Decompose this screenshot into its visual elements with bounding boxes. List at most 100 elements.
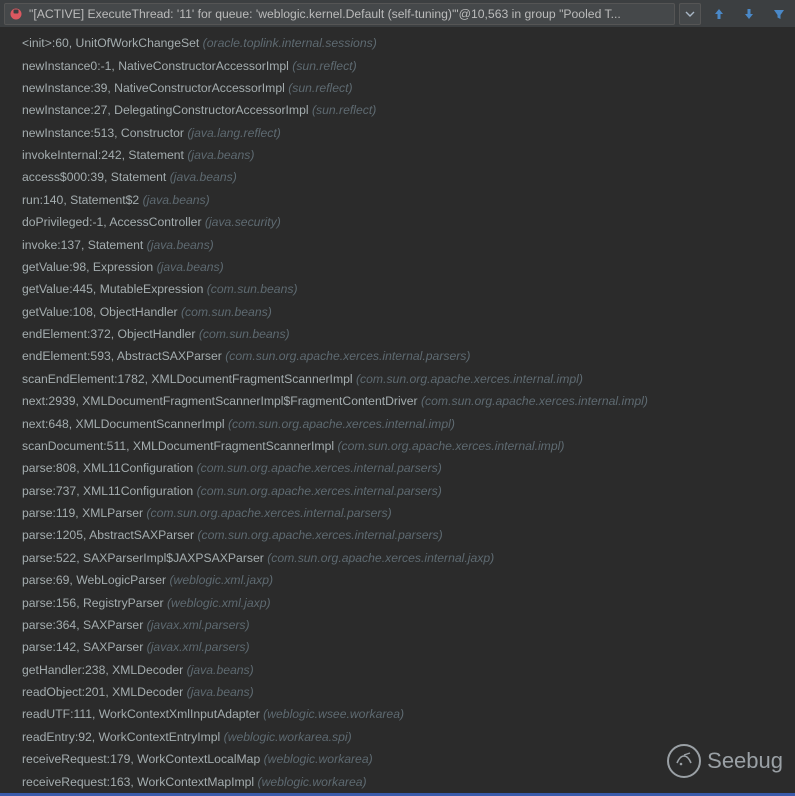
frame-package: (weblogic.workarea.spi)	[224, 730, 352, 744]
stack-frame[interactable]: parse:364, SAXParser (javax.xml.parsers)	[0, 614, 795, 636]
stack-frame[interactable]: getHandler:238, XMLDecoder (java.beans)	[0, 659, 795, 681]
stack-frame[interactable]: readEntry:92, WorkContextEntryImpl (webl…	[0, 726, 795, 748]
frame-package: (com.sun.org.apache.xerces.internal.pars…	[197, 528, 442, 542]
stack-frame[interactable]: parse:69, WebLogicParser (weblogic.xml.j…	[0, 569, 795, 591]
frame-method: getHandler:238, XMLDecoder	[22, 663, 183, 677]
stack-frame[interactable]: receiveRequest:163, WorkContextMapImpl (…	[0, 770, 795, 792]
breakpoint-icon	[9, 7, 23, 21]
stack-frame[interactable]: getValue:108, ObjectHandler (com.sun.bea…	[0, 301, 795, 323]
thread-title: "[ACTIVE] ExecuteThread: '11' for queue:…	[29, 7, 670, 21]
stack-frames-list[interactable]: <init>:60, UnitOfWorkChangeSet (oracle.t…	[0, 28, 795, 796]
frame-method: getValue:445, MutableExpression	[22, 282, 203, 296]
frame-method: endElement:593, AbstractSAXParser	[22, 349, 222, 363]
frame-package: (javax.xml.parsers)	[147, 618, 250, 632]
filter-icon[interactable]	[767, 3, 791, 25]
frame-method: receiveRequest:163, WorkContextMapImpl	[22, 775, 254, 789]
stack-frame[interactable]: getValue:445, MutableExpression (com.sun…	[0, 278, 795, 300]
frame-package: (com.sun.org.apache.xerces.internal.pars…	[197, 484, 442, 498]
frame-method: access$000:39, Statement	[22, 170, 166, 184]
frame-package: (weblogic.workarea)	[258, 775, 367, 789]
frame-package: (weblogic.wsee.workarea)	[263, 707, 404, 721]
arrow-up-icon[interactable]	[707, 3, 731, 25]
frame-method: invoke:137, Statement	[22, 238, 143, 252]
frame-method: newInstance:39, NativeConstructorAccesso…	[22, 81, 285, 95]
stack-frame[interactable]: run:140, Statement$2 (java.beans)	[0, 189, 795, 211]
stack-frame[interactable]: newInstance:513, Constructor (java.lang.…	[0, 122, 795, 144]
stack-frame[interactable]: receiveRequest:179, WorkContextLocalMap …	[0, 748, 795, 770]
frame-method: doPrivileged:-1, AccessController	[22, 215, 202, 229]
frame-package: (java.beans)	[187, 148, 254, 162]
frame-method: newInstance0:-1, NativeConstructorAccess…	[22, 59, 289, 73]
stack-frame[interactable]: newInstance0:-1, NativeConstructorAccess…	[0, 54, 795, 76]
stack-frame[interactable]: parse:142, SAXParser (javax.xml.parsers)	[0, 636, 795, 658]
stack-frame[interactable]: parse:737, XML11Configuration (com.sun.o…	[0, 480, 795, 502]
stack-frame[interactable]: readUTF:111, WorkContextXmlInputAdapter …	[0, 703, 795, 725]
frame-package: (com.sun.org.apache.xerces.internal.pars…	[225, 349, 470, 363]
thread-selector[interactable]: "[ACTIVE] ExecuteThread: '11' for queue:…	[4, 3, 675, 25]
stack-frame[interactable]: readObject:201, XMLDecoder (java.beans)	[0, 681, 795, 703]
frame-package: (java.security)	[205, 215, 281, 229]
stack-frame[interactable]: parse:156, RegistryParser (weblogic.xml.…	[0, 591, 795, 613]
stack-frame[interactable]: endElement:372, ObjectHandler (com.sun.b…	[0, 323, 795, 345]
frame-method: scanDocument:511, XMLDocumentFragmentSca…	[22, 439, 334, 453]
stack-frame[interactable]: parse:808, XML11Configuration (com.sun.o…	[0, 457, 795, 479]
thread-dropdown-button[interactable]	[679, 3, 701, 25]
frame-package: (com.sun.beans)	[199, 327, 290, 341]
frame-method: scanEndElement:1782, XMLDocumentFragment…	[22, 372, 353, 386]
stack-frame[interactable]: newInstance:39, NativeConstructorAccesso…	[0, 77, 795, 99]
frame-method: readEntry:92, WorkContextEntryImpl	[22, 730, 220, 744]
frame-method: getValue:108, ObjectHandler	[22, 305, 178, 319]
stack-frame[interactable]: access$000:39, Statement (java.beans)	[0, 166, 795, 188]
frame-method: getValue:98, Expression	[22, 260, 153, 274]
stack-frame[interactable]: invoke:137, Statement (java.beans)	[0, 233, 795, 255]
frame-method: next:2939, XMLDocumentFragmentScannerImp…	[22, 394, 418, 408]
frame-package: (sun.reflect)	[312, 103, 376, 117]
frame-method: invokeInternal:242, Statement	[22, 148, 184, 162]
stack-frame[interactable]: newInstance:27, DelegatingConstructorAcc…	[0, 99, 795, 121]
stack-frame[interactable]: parse:522, SAXParserImpl$JAXPSAXParser (…	[0, 547, 795, 569]
frame-package: (com.sun.org.apache.xerces.internal.impl…	[228, 417, 455, 431]
frame-package: (java.beans)	[187, 663, 254, 677]
arrow-down-icon[interactable]	[737, 3, 761, 25]
frame-package: (java.beans)	[170, 170, 237, 184]
frame-method: parse:1205, AbstractSAXParser	[22, 528, 194, 542]
frame-package: (javax.xml.parsers)	[147, 640, 250, 654]
stack-frame[interactable]: parse:119, XMLParser (com.sun.org.apache…	[0, 502, 795, 524]
frame-method: receiveRequest:179, WorkContextLocalMap	[22, 752, 260, 766]
frame-package: (com.sun.org.apache.xerces.internal.pars…	[197, 461, 442, 475]
frame-method: parse:737, XML11Configuration	[22, 484, 193, 498]
frame-package: (com.sun.org.apache.xerces.internal.jaxp…	[267, 551, 494, 565]
frame-method: parse:364, SAXParser	[22, 618, 143, 632]
frame-method: parse:522, SAXParserImpl$JAXPSAXParser	[22, 551, 264, 565]
frame-package: (weblogic.xml.jaxp)	[167, 596, 271, 610]
frame-method: next:648, XMLDocumentScannerImpl	[22, 417, 225, 431]
frame-package: (com.sun.beans)	[181, 305, 272, 319]
frame-package: (com.sun.org.apache.xerces.internal.pars…	[146, 506, 391, 520]
stack-frame[interactable]: next:648, XMLDocumentScannerImpl (com.su…	[0, 412, 795, 434]
frame-method: readObject:201, XMLDecoder	[22, 685, 183, 699]
frame-package: (com.sun.org.apache.xerces.internal.impl…	[337, 439, 564, 453]
frame-package: (java.beans)	[147, 238, 214, 252]
frame-method: readUTF:111, WorkContextXmlInputAdapter	[22, 707, 260, 721]
frame-method: parse:142, SAXParser	[22, 640, 143, 654]
stack-frame[interactable]: doPrivileged:-1, AccessController (java.…	[0, 211, 795, 233]
frame-package: (weblogic.workarea)	[264, 752, 373, 766]
stack-frame[interactable]: endElement:593, AbstractSAXParser (com.s…	[0, 345, 795, 367]
frame-method: newInstance:27, DelegatingConstructorAcc…	[22, 103, 309, 117]
stack-frame[interactable]: invokeInternal:242, Statement (java.bean…	[0, 144, 795, 166]
stack-frame[interactable]: next:2939, XMLDocumentFragmentScannerImp…	[0, 390, 795, 412]
frame-package: (java.beans)	[143, 193, 210, 207]
frame-method: parse:156, RegistryParser	[22, 596, 164, 610]
stack-frame[interactable]: scanDocument:511, XMLDocumentFragmentSca…	[0, 435, 795, 457]
frame-method: parse:808, XML11Configuration	[22, 461, 193, 475]
frame-method: parse:119, XMLParser	[22, 506, 143, 520]
stack-frame[interactable]: parse:1205, AbstractSAXParser (com.sun.o…	[0, 524, 795, 546]
frame-package: (com.sun.org.apache.xerces.internal.impl…	[421, 394, 648, 408]
frame-package: (com.sun.beans)	[207, 282, 298, 296]
stack-frame[interactable]: <init>:60, UnitOfWorkChangeSet (oracle.t…	[0, 32, 795, 54]
stack-frame[interactable]: scanEndElement:1782, XMLDocumentFragment…	[0, 368, 795, 390]
stack-frame[interactable]: getValue:98, Expression (java.beans)	[0, 256, 795, 278]
frame-method: <init>:60, UnitOfWorkChangeSet	[22, 36, 199, 50]
frame-method: parse:69, WebLogicParser	[22, 573, 166, 587]
frame-method: run:140, Statement$2	[22, 193, 139, 207]
